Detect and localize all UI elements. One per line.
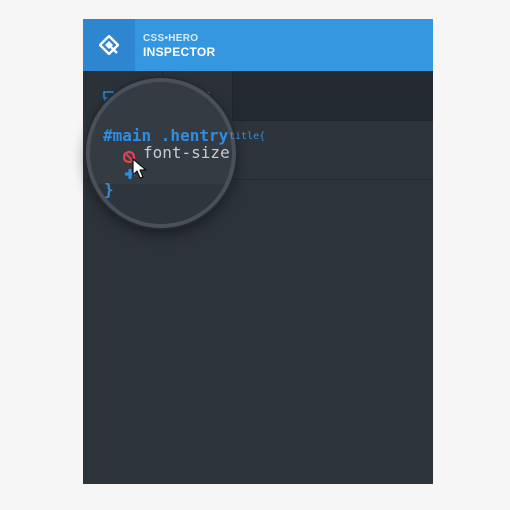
- logo[interactable]: [83, 19, 135, 71]
- brand-subtitle: CSS•HERO: [143, 33, 199, 44]
- css-property[interactable]: font-size: [143, 143, 230, 162]
- mouse-cursor-icon: [132, 158, 147, 179]
- brand-title: INSPECTOR: [143, 45, 216, 59]
- header-bar: CSS•HERO INSPECTOR: [83, 19, 433, 71]
- closing-brace: }: [104, 180, 114, 199]
- diamond-logo-icon: [99, 35, 119, 55]
- css-selector-tail[interactable]: title{: [229, 131, 265, 142]
